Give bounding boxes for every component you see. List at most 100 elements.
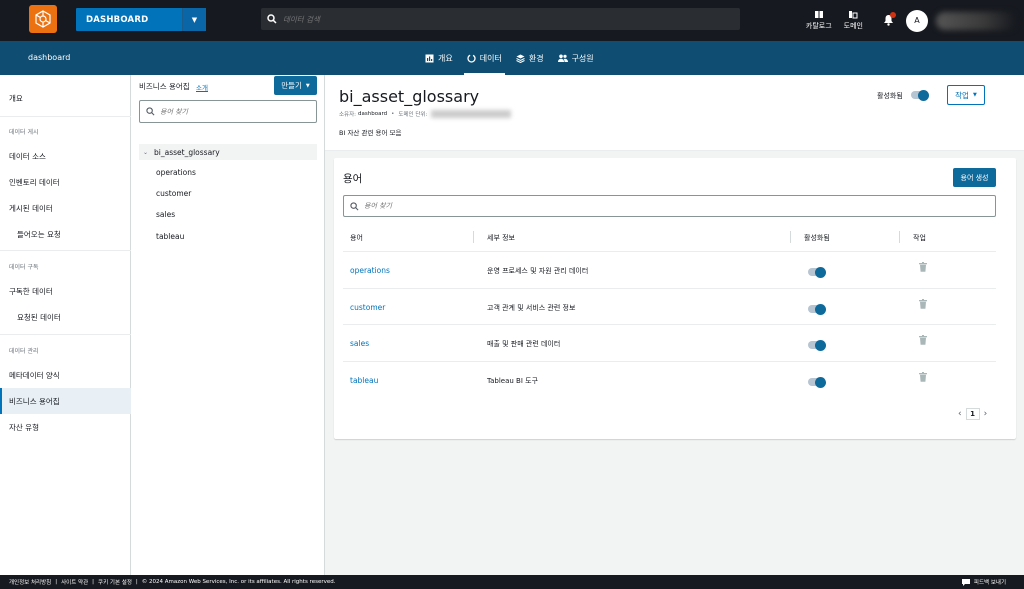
nav-metadata-forms[interactable]: 메타데이터 양식	[0, 362, 131, 388]
column-header-details[interactable]: 세부 정보	[487, 233, 515, 243]
search-icon	[261, 14, 283, 24]
tree-item-term[interactable]: operations	[156, 168, 196, 177]
terms-card: 용어 용어 생성 용어 세부 정보 활성화됨 작업 operations 운영 …	[334, 158, 1016, 439]
create-button[interactable]: 만들기 ▼	[274, 76, 317, 95]
owner-value: dashboard	[358, 111, 388, 117]
feedback-label: 피드백 보내기	[973, 580, 1006, 586]
datazone-logo-icon[interactable]	[29, 5, 57, 33]
create-term-button[interactable]: 용어 생성	[953, 168, 996, 187]
column-divider	[473, 231, 474, 243]
tree-root-label: bi_asset_glossary	[154, 147, 220, 157]
tab-environment[interactable]: 환경	[509, 41, 551, 75]
domain-unit-label: 도메인 단위:	[398, 112, 428, 118]
project-name[interactable]: dashboard	[28, 53, 70, 62]
intro-link[interactable]: 소개	[196, 82, 208, 92]
column-header-actions[interactable]: 작업	[913, 233, 926, 243]
term-active-toggle[interactable]	[808, 303, 826, 315]
table-row-divider	[343, 251, 996, 252]
catalog-icon	[814, 11, 823, 18]
notification-dot	[890, 11, 896, 18]
term-description: 운영 프로세스 및 자원 관리 데이터	[487, 267, 589, 275]
tab-data[interactable]: 데이터	[460, 41, 509, 75]
nav-incoming-requests[interactable]: 들어오는 요청	[0, 221, 131, 247]
tab-members[interactable]: 구성원	[551, 41, 601, 75]
user-name-redacted	[936, 11, 1016, 30]
chevron-down-icon[interactable]: ⌄	[143, 149, 148, 156]
data-search-bar[interactable]	[261, 8, 740, 30]
column-header-active[interactable]: 활성화됨	[804, 233, 830, 243]
tree-search-input[interactable]	[160, 107, 300, 116]
tab-overview[interactable]: 개요	[418, 41, 460, 75]
nav-inventory-data[interactable]: 인벤토리 데이터	[0, 169, 131, 195]
tree-root-glossary[interactable]: ⌄ bi_asset_glossary	[139, 144, 317, 160]
term-active-toggle[interactable]	[808, 339, 826, 351]
nav-section-manage: 데이터 관리	[9, 348, 39, 355]
glossary-active-toggle[interactable]	[911, 89, 929, 101]
chevron-down-icon[interactable]: ▼	[182, 8, 206, 31]
actions-dropdown-button[interactable]: 작업 ▼	[947, 85, 985, 105]
glossary-description: BI 자산 관련 용어 모음	[339, 129, 402, 137]
nav-requested-data[interactable]: 요청된 데이터	[0, 304, 131, 330]
tree-search-field[interactable]	[139, 100, 317, 123]
domain-unit-redacted	[431, 110, 512, 118]
nav-subscribed-data[interactable]: 구독한 데이터	[0, 278, 131, 304]
term-name-link[interactable]: operations	[350, 266, 390, 275]
tab-members-label: 구성원	[571, 53, 594, 63]
feedback-icon	[961, 578, 970, 586]
term-description: Tableau BI 도구	[487, 377, 539, 385]
catalog-label: 카탈로그	[805, 22, 832, 30]
column-divider	[899, 231, 900, 243]
project-bar: dashboard 개요 데이터 환경 구성원	[0, 41, 1024, 75]
data-search-input[interactable]	[283, 14, 703, 24]
overview-icon	[425, 54, 434, 62]
page-number[interactable]: 1	[965, 408, 980, 420]
notifications-bell-icon[interactable]	[883, 11, 896, 28]
domain-selector-label: DASHBOARD	[86, 14, 149, 25]
active-label: 활성화됨	[877, 92, 903, 100]
glossary-header: bi_asset_glossary 소유자: dashboard • 도메인 단…	[325, 75, 1024, 151]
catalog-button[interactable]: 카탈로그	[806, 10, 832, 31]
nav-asset-types[interactable]: 자산 유형	[0, 414, 131, 440]
term-name-link[interactable]: tableau	[350, 376, 378, 385]
pagination: ‹ 1 ›	[958, 408, 987, 420]
caret-down-icon: ▼	[305, 82, 310, 89]
trash-icon[interactable]	[919, 372, 927, 384]
nav-overview[interactable]: 개요	[0, 85, 131, 111]
term-active-toggle[interactable]	[808, 266, 826, 278]
tree-item-term[interactable]: customer	[156, 189, 191, 198]
term-name-link[interactable]: sales	[350, 339, 369, 348]
search-icon	[140, 107, 160, 116]
project-tabs: 개요 데이터 환경 구성원	[418, 41, 601, 75]
nav-divider	[0, 250, 131, 251]
caret-down-icon: ▼	[972, 92, 977, 98]
trash-icon[interactable]	[919, 335, 927, 347]
trash-icon[interactable]	[919, 299, 927, 311]
trash-icon[interactable]	[919, 262, 927, 274]
search-icon	[344, 201, 364, 211]
cookie-preferences-link[interactable]: 쿠키 기본 설정	[98, 578, 132, 586]
terms-search-input[interactable]	[364, 202, 504, 210]
column-header-term[interactable]: 용어	[350, 233, 363, 243]
site-terms-link[interactable]: 사이트 약관	[61, 578, 88, 586]
nav-business-glossary[interactable]: 비즈니스 용어집	[0, 388, 131, 414]
domain-button[interactable]: 도메인	[844, 10, 863, 31]
owner-line: 소유자: dashboard • 도메인 단위:	[339, 110, 512, 118]
domain-icon	[849, 11, 858, 19]
privacy-link[interactable]: 개인정보 처리방침	[9, 578, 51, 586]
term-active-toggle[interactable]	[808, 376, 826, 388]
glossary-panel-title: 비즈니스 용어집	[139, 82, 190, 91]
glossary-title: bi_asset_glossary	[339, 87, 480, 106]
column-divider	[790, 231, 791, 243]
nav-published-data[interactable]: 게시된 데이터	[0, 195, 131, 221]
domain-selector[interactable]: DASHBOARD ▼	[76, 8, 206, 31]
user-avatar[interactable]: A	[906, 9, 928, 32]
chevron-left-icon[interactable]: ‹	[958, 409, 962, 419]
feedback-button[interactable]: 피드백 보내기	[961, 578, 1010, 586]
terms-search-field[interactable]	[343, 195, 996, 217]
tree-item-term[interactable]: sales	[156, 210, 175, 219]
tree-item-term[interactable]: tableau	[156, 232, 184, 241]
nav-data-sources[interactable]: 데이터 소스	[0, 143, 131, 169]
term-name-link[interactable]: customer	[350, 303, 385, 312]
members-icon	[557, 54, 568, 62]
chevron-right-icon[interactable]: ›	[984, 409, 988, 419]
